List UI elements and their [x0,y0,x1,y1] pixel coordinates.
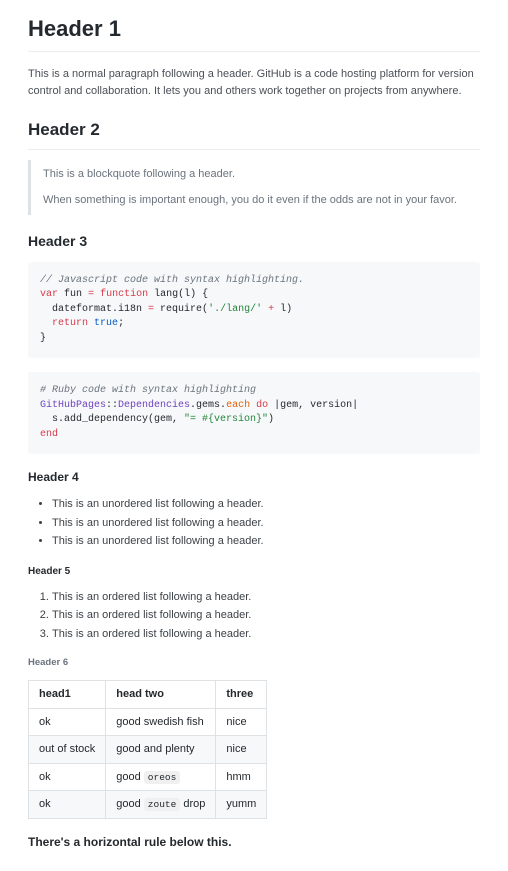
paragraph: This is a normal paragraph following a h… [28,66,480,99]
table-cell: yumm [216,791,267,819]
blockquote-line: This is a blockquote following a header. [43,166,468,183]
table-cell: nice [216,736,267,764]
header-1: Header 1 [28,12,480,52]
table: head1 head two three okgood swedish fish… [28,680,267,819]
table-cell: out of stock [29,736,106,764]
table-cell: ok [29,791,106,819]
table-cell: good swedish fish [106,708,216,736]
list-item: This is an ordered list following a head… [52,626,480,643]
hr-intro-text: There's a horizontal rule below this. [28,833,480,851]
header-6: Header 6 [28,656,480,670]
table-row: okgood zoute dropyumm [29,791,267,819]
ordered-list: This is an ordered list following a head… [28,589,480,643]
unordered-list: This is an unordered list following a he… [28,496,480,550]
blockquote: This is a blockquote following a header.… [28,160,480,215]
table-cell: good zoute drop [106,791,216,819]
code-block-ruby: # Ruby code with syntax highlighting Git… [28,372,480,454]
table-row: okgood swedish fishnice [29,708,267,736]
table-cell: nice [216,708,267,736]
list-item: This is an unordered list following a he… [52,533,480,550]
table-cell: good oreos [106,763,216,791]
table-cell: ok [29,763,106,791]
table-header: head1 [29,681,106,709]
blockquote-line: When something is important enough, you … [43,192,468,209]
header-4: Header 4 [28,468,480,486]
table-row: okgood oreoshmm [29,763,267,791]
table-head-row: head1 head two three [29,681,267,709]
list-item: This is an unordered list following a he… [52,515,480,532]
list-item: This is an unordered list following a he… [52,496,480,513]
table-header: head two [106,681,216,709]
inline-code: zoute [144,798,181,811]
table-row: out of stockgood and plentynice [29,736,267,764]
table-cell: ok [29,708,106,736]
table-cell: hmm [216,763,267,791]
header-5: Header 5 [28,564,480,579]
list-item: This is an ordered list following a head… [52,607,480,624]
table-cell: good and plenty [106,736,216,764]
header-2: Header 2 [28,117,480,150]
code-block-js: // Javascript code with syntax highlight… [28,262,480,359]
list-item: This is an ordered list following a head… [52,589,480,606]
header-3: Header 3 [28,231,480,252]
table-header: three [216,681,267,709]
inline-code: oreos [144,771,181,784]
